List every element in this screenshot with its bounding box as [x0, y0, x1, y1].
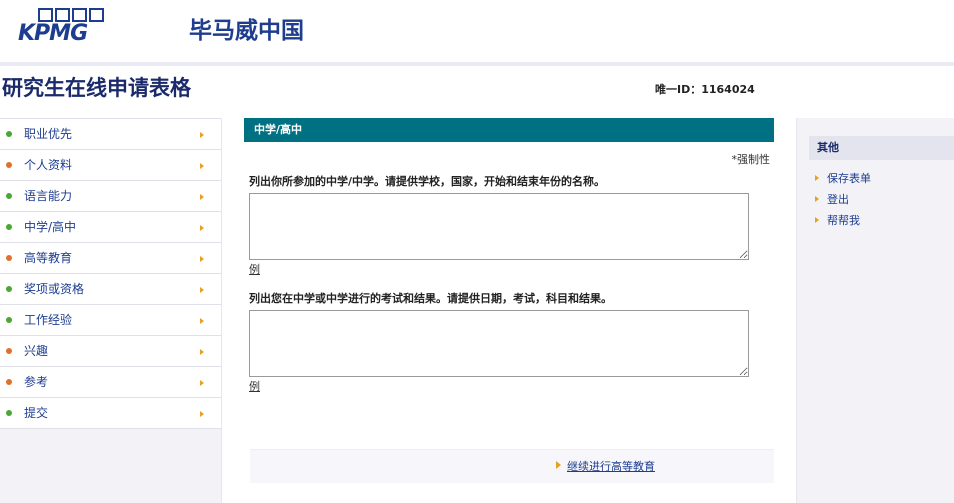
sidebar-item-awards[interactable]: 奖项或资格: [0, 274, 221, 305]
link-label: 登出: [827, 193, 849, 206]
continue-higher-education-link[interactable]: 继续进行高等教育: [567, 459, 655, 475]
footer-nav: 继续进行高等教育: [250, 449, 774, 483]
arrow-right-icon: [200, 256, 204, 262]
logout-link[interactable]: 登出: [809, 191, 954, 212]
question-exams-label: 列出您在中学或中学进行的考试和结果。请提供日期，考试，科目和结果。: [249, 292, 612, 305]
sidebar-nav: 职业优先 个人资料 语言能力 中学/高中 高等教育 奖项或资格 工作经验 兴趣 …: [0, 118, 221, 429]
arrow-right-icon: [200, 225, 204, 231]
example-link-schools[interactable]: 例: [249, 262, 260, 278]
question-schools-label: 列出你所参加的中学/中学。请提供学校，国家，开始和结束年份的名称。: [249, 175, 606, 188]
example-link-exams[interactable]: 例: [249, 379, 260, 395]
header-divider: [0, 62, 954, 66]
page-title: 研究生在线申请表格: [2, 76, 191, 100]
sidebar: 职业优先 个人资料 语言能力 中学/高中 高等教育 奖项或资格 工作经验 兴趣 …: [0, 118, 222, 503]
help-link[interactable]: 帮帮我: [809, 212, 954, 233]
sidebar-item-label: 工作经验: [24, 313, 73, 327]
sidebar-item-career-preference[interactable]: 职业优先: [0, 119, 221, 150]
sidebar-item-submit[interactable]: 提交: [0, 398, 221, 429]
link-label: 保存表单: [827, 172, 871, 185]
unique-id: 唯一ID：1164024: [655, 83, 755, 96]
sidebar-item-label: 高等教育: [24, 251, 73, 265]
arrow-right-icon: [815, 175, 819, 181]
status-dot-icon: [6, 224, 12, 230]
sidebar-item-label: 中学/高中: [24, 220, 77, 234]
sidebar-item-label: 语言能力: [24, 189, 73, 203]
status-dot-icon: [6, 379, 12, 385]
sidebar-item-personal-info[interactable]: 个人资料: [0, 150, 221, 181]
arrow-right-icon: [200, 287, 204, 293]
status-dot-icon: [6, 348, 12, 354]
sidebar-item-work-experience[interactable]: 工作经验: [0, 305, 221, 336]
sidebar-item-label: 兴趣: [24, 344, 49, 358]
main-content: 中学/高中 *强制性 列出你所参加的中学/中学。请提供学校，国家，开始和结束年份…: [244, 118, 774, 503]
kpmg-logo-text: KPMG: [18, 21, 88, 46]
status-dot-icon: [6, 317, 12, 323]
arrow-right-icon: [556, 461, 561, 469]
save-form-link[interactable]: 保存表单: [809, 170, 954, 191]
arrow-right-icon: [815, 217, 819, 223]
arrow-right-icon: [200, 194, 204, 200]
arrow-right-icon: [200, 163, 204, 169]
sidebar-item-label: 参考: [24, 375, 49, 389]
brand-name: 毕马威中国: [189, 18, 304, 44]
arrow-right-icon: [815, 196, 819, 202]
status-dot-icon: [6, 193, 12, 199]
sidebar-item-secondary-school[interactable]: 中学/高中: [0, 212, 221, 243]
status-dot-icon: [6, 131, 12, 137]
sidebar-item-label: 提交: [24, 406, 49, 420]
status-dot-icon: [6, 410, 12, 416]
sidebar-item-interests[interactable]: 兴趣: [0, 336, 221, 367]
link-label: 帮帮我: [827, 214, 860, 227]
right-panel-title: 其他: [809, 136, 954, 160]
right-links: 保存表单 登出 帮帮我: [809, 170, 954, 233]
sidebar-item-language[interactable]: 语言能力: [0, 181, 221, 212]
sidebar-item-label: 职业优先: [24, 127, 73, 141]
kpmg-logo[interactable]: KPMG: [18, 8, 104, 46]
arrow-right-icon: [200, 349, 204, 355]
header: KPMG 毕马威中国: [0, 0, 954, 62]
sidebar-item-higher-education[interactable]: 高等教育: [0, 243, 221, 274]
section-title: 中学/高中: [244, 118, 774, 142]
arrow-right-icon: [200, 132, 204, 138]
status-dot-icon: [6, 255, 12, 261]
arrow-right-icon: [200, 411, 204, 417]
status-dot-icon: [6, 286, 12, 292]
mandatory-note: *强制性: [731, 153, 771, 166]
schools-textarea[interactable]: [249, 193, 749, 260]
sidebar-item-label: 个人资料: [24, 158, 73, 172]
kpmg-logo-boxes: [38, 8, 104, 22]
sidebar-item-label: 奖项或资格: [24, 282, 85, 296]
sidebar-item-references[interactable]: 参考: [0, 367, 221, 398]
exams-textarea[interactable]: [249, 310, 749, 377]
status-dot-icon: [6, 162, 12, 168]
arrow-right-icon: [200, 318, 204, 324]
arrow-right-icon: [200, 380, 204, 386]
right-panel: 其他 保存表单 登出 帮帮我: [796, 118, 954, 503]
